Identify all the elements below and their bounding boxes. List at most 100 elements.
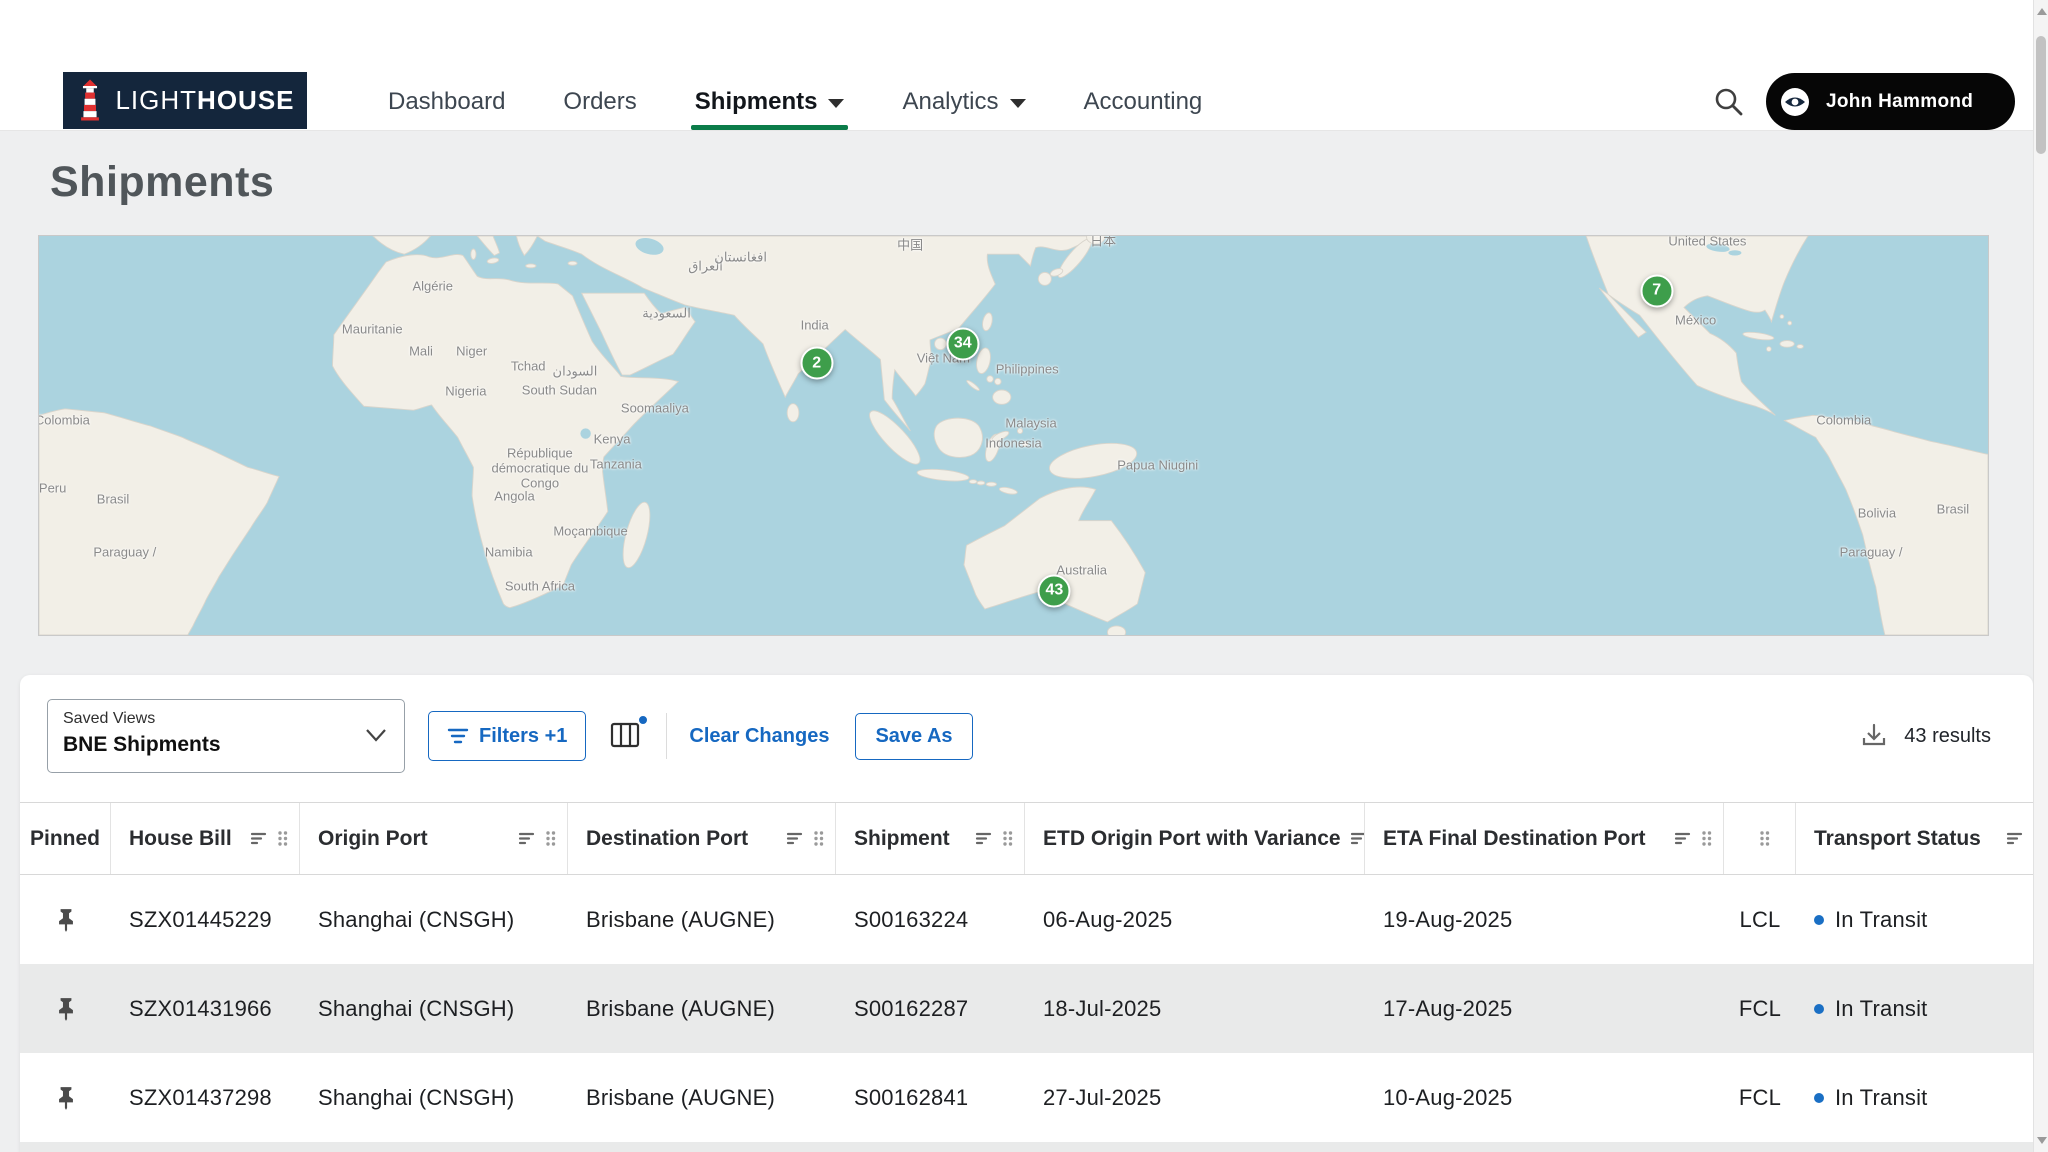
sort-lines-icon[interactable] [975, 830, 992, 847]
chevron-down-icon [364, 727, 388, 748]
chevron-down-icon [1010, 99, 1026, 108]
brand-name: LIGHTHOUSE [115, 85, 294, 116]
status-dot [1814, 1093, 1824, 1103]
results-group: 43 results [1859, 721, 1991, 751]
cell-shipment[interactable]: S00163224 [836, 875, 1025, 964]
grip-dots-icon[interactable] [1700, 829, 1713, 848]
brand-logo[interactable]: LIGHTHOUSE [63, 72, 307, 129]
status-dot [1814, 915, 1824, 925]
sort-lines-icon[interactable] [786, 830, 803, 847]
map-cluster-marker[interactable]: 43 [1038, 574, 1071, 607]
user-name: John Hammond [1826, 91, 1973, 113]
sort-lines-icon[interactable] [518, 830, 535, 847]
table-header: Pinned House Bill Origin Port Destinatio… [20, 802, 2033, 875]
status-dot [1814, 1004, 1824, 1014]
cell-destination-port: Brisbane (AUGNE) [568, 875, 836, 964]
save-as-button[interactable]: Save As [855, 713, 972, 760]
status-text: In Transit [1835, 1085, 1927, 1111]
scroll-down-arrow[interactable] [2037, 1137, 2047, 1144]
status-text: In Transit [1835, 907, 1927, 933]
cell-transport-status: In Transit [1796, 875, 2033, 964]
clear-changes-link[interactable]: Clear Changes [689, 725, 829, 748]
table-body: SZX01445229 Shanghai (CNSGH) Brisbane (A… [20, 875, 2033, 1142]
grip-dots-icon[interactable] [544, 829, 557, 848]
cell-pinned [20, 1053, 111, 1142]
cell-shipment[interactable]: S00162841 [836, 1053, 1025, 1142]
shipments-map[interactable]: Algérie Mauritanie Mali Niger Tchad Nige… [38, 235, 1989, 636]
cell-destination-port: Brisbane (AUGNE) [568, 1053, 836, 1142]
lighthouse-icon [75, 78, 105, 124]
nav-item-shipments[interactable]: Shipments [695, 74, 845, 130]
grip-dots-icon[interactable] [812, 829, 825, 848]
user-menu[interactable]: John Hammond [1766, 73, 2015, 130]
saved-views-value: BNE Shipments [63, 733, 358, 757]
notification-dot [637, 714, 649, 726]
map-cluster-marker[interactable]: 7 [1640, 274, 1673, 307]
cell-mode: FCL [1724, 964, 1796, 1053]
map-cluster-markers: 2 34 7 43 [39, 236, 1988, 635]
columns-icon[interactable] [608, 718, 644, 754]
cell-house-bill[interactable]: SZX01431966 [111, 964, 300, 1053]
table-row[interactable]: SZX01431966 Shanghai (CNSGH) Brisbane (A… [20, 964, 2033, 1053]
column-header-shipment[interactable]: Shipment [836, 803, 1025, 874]
nav-item-orders[interactable]: Orders [563, 74, 636, 130]
column-header-mode[interactable] [1724, 803, 1796, 874]
sort-lines-icon[interactable] [2006, 830, 2023, 847]
main-nav-items: Dashboard Orders Shipments Analytics Acc… [388, 74, 1202, 130]
nav-item-dashboard[interactable]: Dashboard [388, 74, 505, 130]
column-header-transport-status[interactable]: Transport Status [1796, 803, 2033, 874]
filters-button[interactable]: Filters +1 [428, 711, 586, 761]
map-cluster-marker[interactable]: 2 [800, 347, 833, 380]
grip-dots-icon[interactable] [1001, 829, 1014, 848]
cell-origin-port: Shanghai (CNSGH) [300, 875, 568, 964]
eye-icon [1777, 84, 1813, 120]
table-row-partial [20, 1142, 2033, 1152]
column-header-destination-port[interactable]: Destination Port [568, 803, 836, 874]
nav-item-accounting[interactable]: Accounting [1084, 74, 1203, 130]
nav-item-analytics[interactable]: Analytics [902, 74, 1025, 130]
cell-transport-status: In Transit [1796, 964, 2033, 1053]
cell-house-bill[interactable]: SZX01437298 [111, 1053, 300, 1142]
cell-eta: 10-Aug-2025 [1365, 1053, 1724, 1142]
column-header-house-bill[interactable]: House Bill [111, 803, 300, 874]
column-header-etd[interactable]: ETD Origin Port with Variance [1025, 803, 1365, 874]
grip-dots-icon[interactable] [276, 829, 289, 848]
download-icon[interactable] [1859, 721, 1889, 751]
cell-transport-status: In Transit [1796, 1053, 2033, 1142]
filter-icon [447, 726, 469, 746]
saved-views-select[interactable]: Saved Views BNE Shipments [47, 699, 405, 773]
cell-etd: 18-Jul-2025 [1025, 964, 1365, 1053]
cell-pinned [20, 964, 111, 1053]
cell-shipment[interactable]: S00162287 [836, 964, 1025, 1053]
column-header-origin-port[interactable]: Origin Port [300, 803, 568, 874]
table-row[interactable]: SZX01437298 Shanghai (CNSGH) Brisbane (A… [20, 1053, 2033, 1142]
map-cluster-marker[interactable]: 34 [946, 327, 979, 360]
cell-destination-port: Brisbane (AUGNE) [568, 964, 836, 1053]
pin-icon[interactable] [53, 907, 79, 933]
status-text: In Transit [1835, 996, 1927, 1022]
column-header-eta[interactable]: ETA Final Destination Port [1365, 803, 1724, 874]
cell-eta: 19-Aug-2025 [1365, 875, 1724, 964]
cell-house-bill[interactable]: SZX01445229 [111, 875, 300, 964]
search-icon[interactable] [1712, 85, 1746, 119]
grip-dots-icon[interactable] [1758, 829, 1771, 848]
cell-etd: 27-Jul-2025 [1025, 1053, 1365, 1142]
chevron-down-icon [828, 99, 844, 108]
cell-origin-port: Shanghai (CNSGH) [300, 1053, 568, 1142]
table-row[interactable]: SZX01445229 Shanghai (CNSGH) Brisbane (A… [20, 875, 2033, 964]
column-header-pinned[interactable]: Pinned [20, 803, 111, 874]
cell-etd: 06-Aug-2025 [1025, 875, 1365, 964]
scrollbar-thumb[interactable] [2036, 36, 2046, 154]
cell-mode: LCL [1724, 875, 1796, 964]
scroll-up-arrow[interactable] [2037, 8, 2047, 15]
pin-icon[interactable] [53, 996, 79, 1022]
toolbar-divider [666, 713, 667, 759]
pin-icon[interactable] [53, 1085, 79, 1111]
shipments-table-card: Saved Views BNE Shipments Filters +1 [20, 675, 2033, 1152]
sort-lines-icon[interactable] [250, 830, 267, 847]
results-count: 43 results [1904, 725, 1991, 748]
sort-lines-icon[interactable] [1350, 830, 1365, 847]
saved-views-label: Saved Views [63, 710, 358, 728]
sort-lines-icon[interactable] [1674, 830, 1691, 847]
page-scrollbar[interactable] [2033, 0, 2048, 1152]
